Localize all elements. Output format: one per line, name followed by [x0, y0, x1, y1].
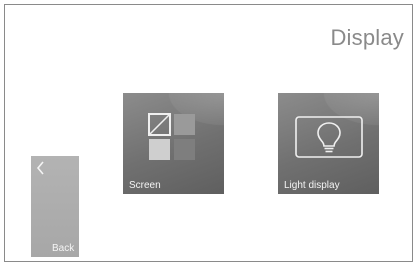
- chevron-left-icon: [36, 160, 46, 181]
- back-button[interactable]: Back: [31, 156, 79, 257]
- screen-tile[interactable]: Screen: [123, 93, 224, 194]
- page-title: Display: [330, 25, 404, 50]
- screen-layout-icon: [145, 111, 201, 172]
- screen-tile-label: Screen: [129, 180, 161, 191]
- back-button-label: Back: [52, 243, 75, 254]
- light-display-tile[interactable]: Light display: [278, 93, 379, 194]
- light-display-tile-label: Light display: [284, 180, 340, 191]
- light-bulb-icon: [294, 115, 364, 164]
- display-settings-screen: Display Screen Light display Back: [4, 4, 413, 262]
